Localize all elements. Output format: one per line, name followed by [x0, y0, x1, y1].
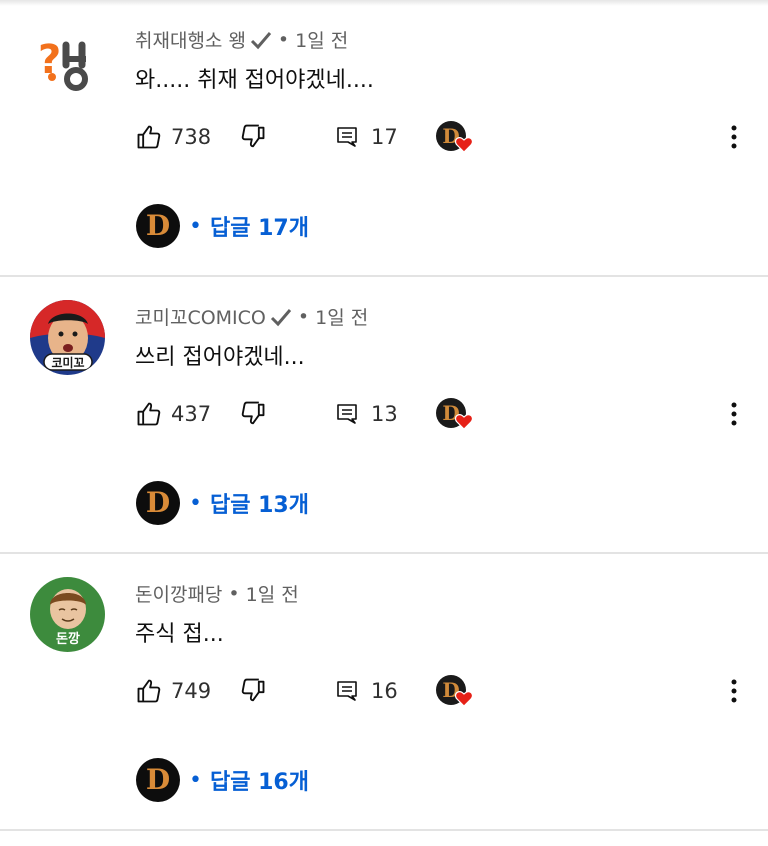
author-avatar[interactable]: 돈깡: [30, 577, 105, 652]
author-avatar[interactable]: 코미꼬: [30, 300, 105, 375]
creator-avatar-icon: D: [136, 481, 180, 525]
creator-heart-icon: D: [436, 675, 474, 707]
more-options-button[interactable]: [720, 120, 748, 154]
comment-text: 와..... 취재 접어야겠네....: [135, 68, 374, 93]
separator-dot: •: [277, 28, 290, 51]
creator-heart-icon: D: [436, 398, 474, 430]
author-name[interactable]: 돈이깡패당: [135, 580, 222, 607]
comment-age[interactable]: 1일 전: [246, 580, 299, 607]
creator-avatar-icon: D: [136, 758, 180, 802]
more-vert-icon: [731, 679, 737, 703]
reply-button[interactable]: 17: [335, 120, 398, 154]
comment-actions: 738 17 D: [135, 120, 755, 154]
reply-comment-icon: [337, 681, 357, 701]
comment-actions: 437 13 D: [135, 397, 755, 431]
separator-dot: •: [189, 490, 202, 516]
svg-text:코미꼬: 코미꼬: [51, 355, 84, 370]
svg-text:돈깡: 돈깡: [56, 632, 80, 647]
like-button[interactable]: 437: [135, 397, 211, 431]
separator-dot: •: [297, 305, 310, 328]
comment-divider: [0, 829, 768, 831]
like-button[interactable]: 738: [135, 120, 211, 154]
author-name[interactable]: 코미꼬COMICO: [135, 303, 266, 330]
like-count: 749: [171, 679, 212, 703]
reply-count: 16: [371, 679, 398, 703]
comment-age[interactable]: 1일 전: [315, 303, 368, 330]
comment-thread: 돈깡 돈이깡패당 • 1일 전 주식 접... 749 16 D D • 답글 …: [0, 554, 768, 831]
dislike-button[interactable]: [239, 674, 267, 708]
separator-dot: •: [189, 213, 202, 239]
author-name[interactable]: 취재대행소 왱: [135, 26, 246, 53]
thumbs-down-icon: [241, 678, 265, 702]
creator-avatar-icon: D: [136, 204, 180, 248]
dislike-button[interactable]: [239, 120, 267, 154]
reply-count: 13: [371, 402, 398, 426]
creator-heart-badge: D: [435, 397, 475, 431]
reply-comment-icon: [337, 404, 357, 424]
comment-text: 주식 접...: [135, 622, 224, 647]
like-count: 437: [171, 402, 212, 426]
replies-label: 답글 16개: [209, 770, 309, 795]
reply-count: 17: [371, 125, 398, 149]
view-replies-button[interactable]: D • 답글 13개: [135, 480, 309, 526]
like-button[interactable]: 749: [135, 674, 211, 708]
like-count: 738: [171, 125, 212, 149]
dislike-button[interactable]: [239, 397, 267, 431]
comment-actions: 749 16 D: [135, 674, 755, 708]
separator-dot: •: [189, 767, 202, 793]
reply-comment-icon: [337, 127, 357, 147]
creator-heart-icon: D: [436, 121, 474, 153]
creator-heart-badge: D: [435, 120, 475, 154]
comment-header: 코미꼬COMICO • 1일 전: [135, 303, 368, 330]
author-avatar[interactable]: ?: [30, 23, 105, 98]
thumbs-up-icon: [137, 125, 161, 149]
reply-button[interactable]: 16: [335, 674, 398, 708]
comment-text: 쓰리 접어야겠네...: [135, 345, 305, 370]
comment-thread: ? 취재대행소 왱 • 1일 전 와..... 취재 접어야겠네.... 738…: [0, 0, 768, 277]
comment-header: 돈이깡패당 • 1일 전: [135, 580, 299, 607]
comment-header: 취재대행소 왱 • 1일 전: [135, 26, 348, 53]
more-options-button[interactable]: [720, 397, 748, 431]
svg-text:D: D: [146, 209, 170, 242]
comment-thread: 코미꼬 코미꼬COMICO • 1일 전 쓰리 접어야겠네... 437 13 …: [0, 277, 768, 554]
comment-age[interactable]: 1일 전: [295, 26, 348, 53]
more-vert-icon: [731, 125, 737, 149]
thumbs-down-icon: [241, 124, 265, 148]
separator-dot: •: [228, 582, 240, 605]
thumbs-down-icon: [241, 401, 265, 425]
more-vert-icon: [731, 402, 737, 426]
replies-label: 답글 17개: [209, 216, 309, 241]
svg-text:D: D: [146, 763, 170, 796]
thumbs-up-icon: [137, 679, 161, 703]
replies-label: 답글 13개: [209, 493, 309, 518]
more-options-button[interactable]: [720, 674, 748, 708]
verified-check-icon: [250, 30, 272, 50]
creator-heart-badge: D: [435, 674, 475, 708]
verified-check-icon: [270, 307, 292, 327]
thumbs-up-icon: [137, 402, 161, 426]
svg-text:D: D: [146, 486, 170, 519]
reply-button[interactable]: 13: [335, 397, 398, 431]
view-replies-button[interactable]: D • 답글 17개: [135, 203, 309, 249]
view-replies-button[interactable]: D • 답글 16개: [135, 757, 309, 803]
